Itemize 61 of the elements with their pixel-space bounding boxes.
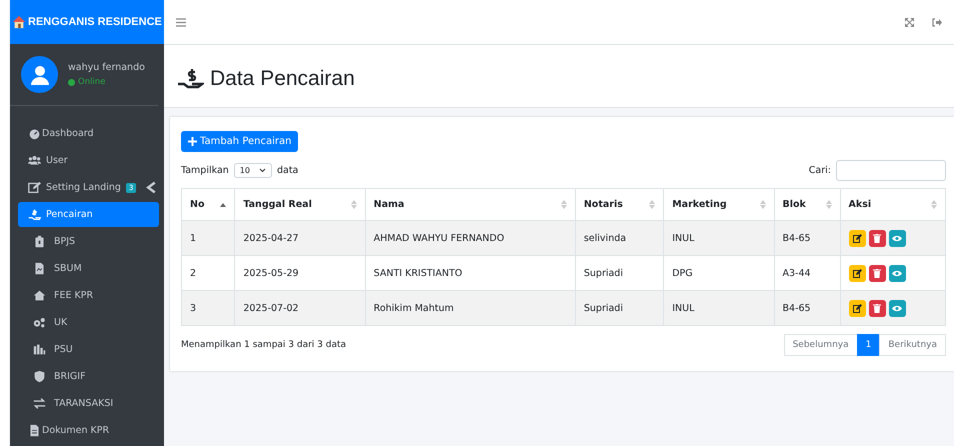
- sidebar-item[interactable]: SBUM: [18, 256, 159, 281]
- edit-icon: [852, 268, 862, 278]
- house-icon: [12, 15, 26, 29]
- page-title: Data Pencairan: [210, 67, 355, 91]
- table-cell: INUL: [664, 290, 774, 326]
- eye-icon: [892, 304, 902, 312]
- user-name[interactable]: wahyu fernando: [68, 62, 145, 73]
- brand-title[interactable]: RENGGANIS RESIDENCE: [10, 0, 164, 44]
- sidebar-item[interactable]: UK: [18, 310, 159, 335]
- table-cell: INUL: [664, 220, 774, 256]
- table-cell: Supriadi: [575, 290, 664, 326]
- sidebar-item[interactable]: Dashboard: [18, 121, 159, 146]
- search-field[interactable]: [836, 160, 946, 181]
- eye-icon: [892, 234, 902, 242]
- table-cell: B4-65: [774, 290, 840, 326]
- avatar: [21, 56, 58, 93]
- table-cell: 2025-07-02: [234, 290, 366, 326]
- table-cell: B4-65: [774, 220, 840, 256]
- money-hand-icon: [178, 68, 204, 90]
- delete-button[interactable]: [868, 264, 886, 282]
- length-select[interactable]: 10: [234, 163, 272, 178]
- table-cell: 2025-04-27: [234, 220, 366, 256]
- edit-button[interactable]: [848, 300, 866, 316]
- expand-icon[interactable]: [905, 18, 914, 26]
- trash-icon: [873, 268, 882, 278]
- delete-button[interactable]: [868, 300, 886, 316]
- view-button[interactable]: [888, 264, 906, 282]
- add-button[interactable]: Tambah Pencairan: [181, 131, 298, 152]
- table-cell: selivinda: [575, 220, 664, 256]
- sidebar-item[interactable]: BRIGIF: [18, 364, 159, 389]
- table-cell: Rohikim Mahtum: [365, 290, 576, 326]
- edit-button[interactable]: [848, 230, 866, 246]
- sidebar-item[interactable]: BPJS: [18, 229, 159, 254]
- edit-icon: [852, 234, 862, 242]
- page-button[interactable]: 1: [856, 334, 880, 356]
- trash-icon: [873, 304, 882, 312]
- chevron-icon: [258, 168, 266, 173]
- sidebar-item[interactable]: User: [18, 148, 159, 173]
- table-cell: 1: [182, 220, 235, 256]
- sidebar-item[interactable]: TARANSAKSI: [18, 391, 159, 416]
- view-button[interactable]: [888, 230, 906, 246]
- sidebar-item[interactable]: Pencairan: [18, 202, 159, 227]
- edit-icon: [852, 304, 862, 312]
- sidebar-item[interactable]: Dokumen KPR: [18, 418, 159, 443]
- table-cell: AHMAD WAHYU FERNANDO: [365, 220, 576, 256]
- delete-button[interactable]: [868, 230, 886, 246]
- edit-button[interactable]: [848, 264, 866, 282]
- table-info: Menampilkan 1 sampai 3 dari 3 data: [181, 340, 346, 350]
- length-label: Tampilkan: [181, 165, 229, 176]
- eye-icon: [892, 270, 902, 276]
- trash-icon: [873, 234, 882, 242]
- view-button[interactable]: [888, 300, 906, 316]
- user-status: Online: [78, 77, 106, 87]
- sidebar-item[interactable]: FEE KPR: [18, 283, 159, 308]
- length-label: data: [276, 165, 298, 176]
- logout-icon[interactable]: [932, 18, 942, 26]
- plus-icon: [188, 137, 197, 146]
- search-label: Cari:: [808, 165, 831, 176]
- sidebar-item[interactable]: PSU: [18, 337, 159, 362]
- table-cell: 3: [182, 290, 235, 326]
- status-dot: [68, 78, 75, 86]
